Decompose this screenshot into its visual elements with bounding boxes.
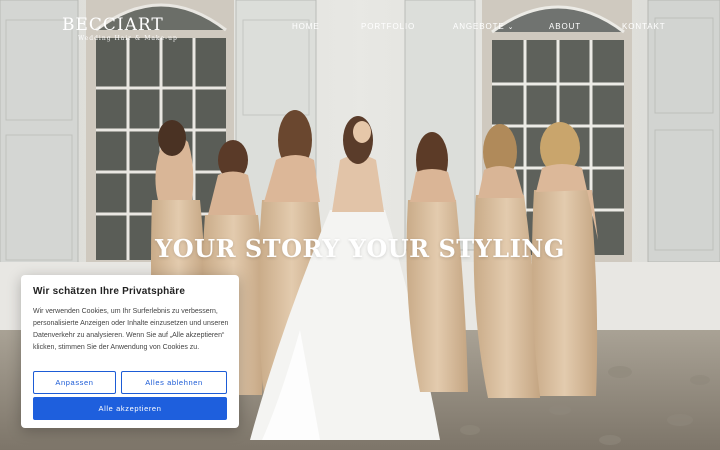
reject-all-button[interactable]: Alles ablehnen <box>121 371 227 394</box>
cookie-consent-dialog: Wir schätzen Ihre Privatsphäre Wir verwe… <box>21 275 239 428</box>
nav-item-kontakt[interactable]: KONTAKT <box>622 22 666 31</box>
main-navigation: HOME PORTFOLIO ANGEBOTE ⌄ ABOUT KONTAKT <box>0 22 720 36</box>
nav-item-angebote-label: ANGEBOTE <box>453 22 505 31</box>
hero-headline: YOUR STORY YOUR STYLING <box>155 234 565 263</box>
accept-all-button[interactable]: Alle akzeptieren <box>33 397 227 420</box>
nav-item-angebote[interactable]: ANGEBOTE ⌄ <box>453 22 514 31</box>
customize-button[interactable]: Anpassen <box>33 371 116 394</box>
nav-item-portfolio[interactable]: PORTFOLIO <box>361 22 415 31</box>
cookie-description: Wir verwenden Cookies, um Ihr Surferlebn… <box>33 308 229 351</box>
nav-item-about[interactable]: ABOUT <box>549 22 581 31</box>
nav-item-home[interactable]: HOME <box>292 22 320 31</box>
chevron-down-icon: ⌄ <box>507 24 515 31</box>
brand-tagline: Wedding Hair & Make-up <box>78 35 178 42</box>
cookie-title: Wir schätzen Ihre Privatsphäre <box>33 286 186 297</box>
